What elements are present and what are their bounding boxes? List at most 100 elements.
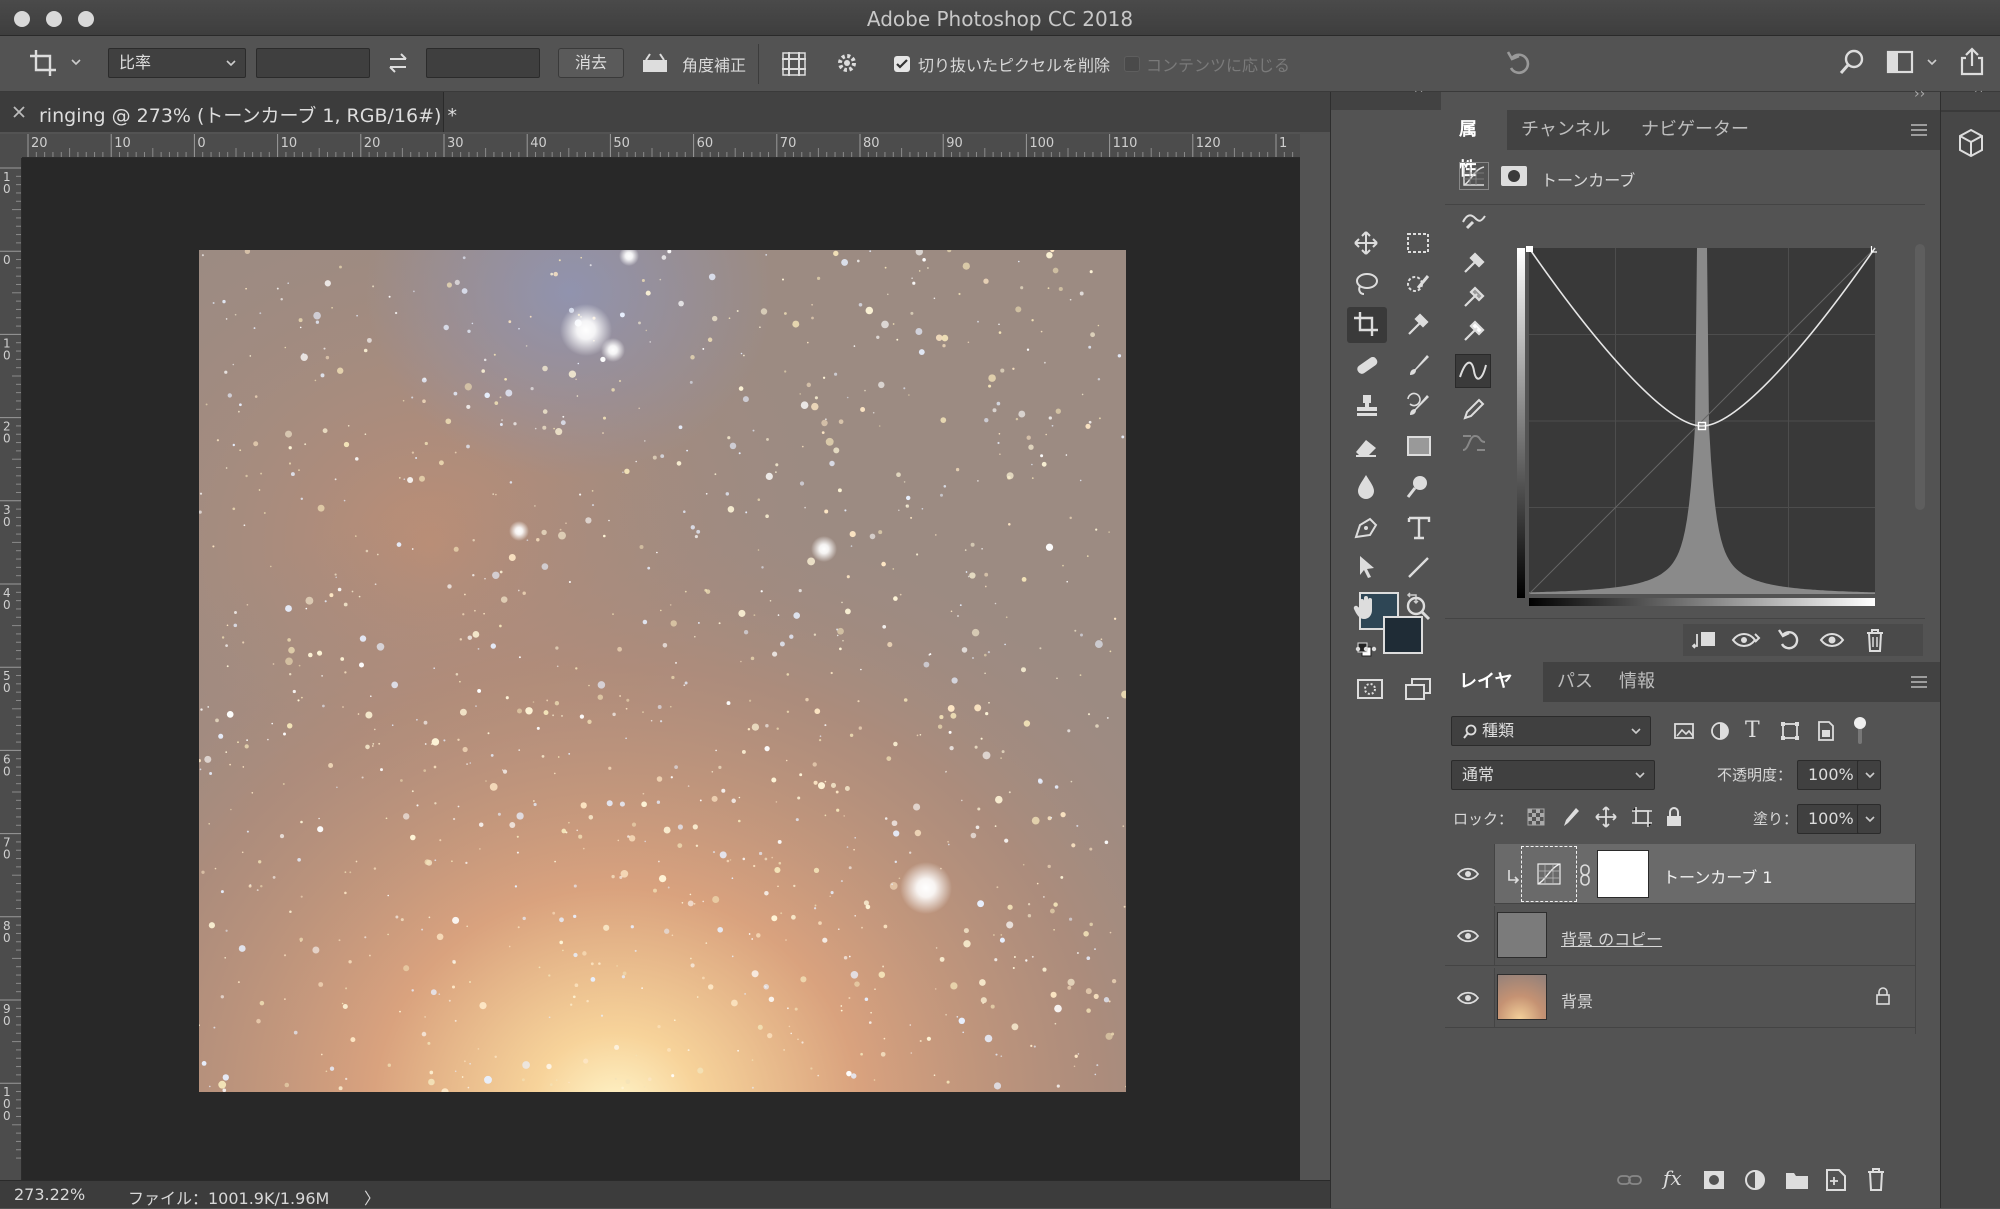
trash-icon[interactable] xyxy=(1865,1166,1887,1192)
panel-menu-icon[interactable] xyxy=(1911,124,1927,136)
layer-thumbnail[interactable] xyxy=(1497,912,1547,958)
filter-adjustment-icon[interactable] xyxy=(1709,720,1731,742)
folder-icon[interactable] xyxy=(1785,1170,1809,1190)
vertical-ruler[interactable]: 100102030405060708090100 xyxy=(0,158,22,1180)
pen-icon[interactable] xyxy=(1347,510,1387,546)
layer-row-bg-copy[interactable]: 背景 のコピー xyxy=(1445,906,1915,966)
gradient-icon[interactable] xyxy=(1399,429,1439,465)
eye-icon[interactable] xyxy=(1457,926,1479,946)
eye-icon[interactable] xyxy=(1819,628,1845,652)
collapse-panels-icon[interactable]: ›› xyxy=(1914,86,1925,102)
fill-dropdown[interactable] xyxy=(1857,804,1881,834)
lock-transparency-icon[interactable] xyxy=(1527,808,1545,826)
filter-toggle-icon[interactable] xyxy=(1853,716,1867,746)
crop-icon[interactable] xyxy=(28,48,62,78)
fx-icon[interactable]: fx xyxy=(1663,1166,1682,1190)
eyedropper-icon[interactable] xyxy=(1399,307,1439,343)
lock-artboard-icon[interactable] xyxy=(1631,806,1653,828)
mask-icon[interactable] xyxy=(1501,166,1527,186)
status-menu-arrow[interactable]: 〉 xyxy=(364,1185,380,1209)
line-icon[interactable] xyxy=(1399,550,1439,586)
more-icon[interactable] xyxy=(1347,631,1387,667)
move-icon[interactable] xyxy=(1347,226,1387,262)
horizontal-ruler[interactable]: 20 10 0 10 20 30 40 50 60 70 80 90 100 110 120 1 xyxy=(22,134,1300,158)
filter-pixel-icon[interactable] xyxy=(1673,720,1695,742)
zoom-icon[interactable] xyxy=(1399,591,1439,627)
document-image[interactable] xyxy=(199,250,1126,1092)
path-select-icon[interactable] xyxy=(1347,550,1387,586)
blend-mode-select[interactable]: 通常 xyxy=(1451,760,1655,790)
tab-info[interactable]: 情報 xyxy=(1605,662,1669,702)
quick-mask-icon[interactable] xyxy=(1355,676,1385,702)
document-tab[interactable]: ringing @ 273% (トーンカーブ 1, RGB/16#) * xyxy=(0,92,457,132)
search-icon[interactable] xyxy=(1838,48,1866,76)
straighten-icon[interactable] xyxy=(640,50,670,76)
adjustment-thumbnail[interactable] xyxy=(1521,846,1577,902)
eraser-icon[interactable] xyxy=(1347,429,1387,465)
ratio-select[interactable]: 比率 xyxy=(108,48,246,78)
3d-icon[interactable] xyxy=(1957,128,1985,158)
filter-shape-icon[interactable] xyxy=(1779,720,1801,742)
layer-thumbnail[interactable] xyxy=(1497,974,1547,1020)
width-input[interactable] xyxy=(256,48,370,78)
layer-name[interactable]: 背景 のコピー xyxy=(1561,926,1662,950)
hand-icon[interactable] xyxy=(1347,591,1387,627)
clear-button[interactable]: 消去 xyxy=(558,48,624,78)
lock-position-icon[interactable] xyxy=(1595,806,1617,828)
new-layer-icon[interactable] xyxy=(1825,1168,1847,1192)
tab-layers[interactable]: レイヤー xyxy=(1445,662,1543,732)
layer-mask-thumbnail[interactable] xyxy=(1597,850,1649,898)
quick-select-icon[interactable] xyxy=(1399,267,1439,303)
trash-icon[interactable] xyxy=(1863,626,1887,654)
gray-point-eyedropper-icon[interactable] xyxy=(1459,282,1489,312)
reset-icon[interactable] xyxy=(1504,48,1534,78)
view-previous-icon[interactable] xyxy=(1731,628,1763,652)
share-icon[interactable] xyxy=(1958,46,1986,76)
brush-icon[interactable] xyxy=(1399,348,1439,384)
healing-icon[interactable] xyxy=(1347,348,1387,384)
lock-icon[interactable] xyxy=(1875,986,1891,1006)
type-icon[interactable] xyxy=(1399,510,1439,546)
smooth-curve-icon[interactable] xyxy=(1459,430,1489,456)
dodge-icon[interactable] xyxy=(1399,469,1439,505)
eye-icon[interactable] xyxy=(1457,864,1479,884)
adjustment-icon[interactable] xyxy=(1743,1168,1767,1192)
stamp-icon[interactable] xyxy=(1347,388,1387,424)
clip-to-layer-icon[interactable] xyxy=(1689,628,1719,652)
on-image-adjust-icon[interactable] xyxy=(1459,208,1489,234)
blur-icon[interactable] xyxy=(1347,469,1387,505)
swap-icon[interactable] xyxy=(386,51,410,75)
white-point-eyedropper-icon[interactable] xyxy=(1459,316,1489,346)
delete-cropped-checkbox[interactable] xyxy=(894,56,910,72)
link-icon[interactable] xyxy=(1617,1170,1643,1190)
straighten-label[interactable]: 角度補正 xyxy=(682,52,746,76)
lasso-icon[interactable] xyxy=(1347,267,1387,303)
link-icon[interactable] xyxy=(1579,864,1591,886)
zoom-level[interactable]: 273.22% xyxy=(14,1185,85,1204)
curves-graph[interactable] xyxy=(1517,246,1877,608)
reset-adjustment-icon[interactable] xyxy=(1775,626,1803,654)
lock-all-icon[interactable] xyxy=(1665,806,1683,828)
tab-navigator[interactable]: ナビゲーター xyxy=(1627,110,1763,150)
history-brush-icon[interactable] xyxy=(1399,388,1439,424)
pencil-icon[interactable] xyxy=(1459,394,1489,424)
tab-channels[interactable]: チャンネル xyxy=(1507,110,1624,150)
mask-icon[interactable] xyxy=(1703,1170,1725,1190)
gear-icon[interactable] xyxy=(834,50,860,76)
filter-type-icon[interactable]: T xyxy=(1745,718,1760,743)
panel-menu-icon[interactable] xyxy=(1911,676,1927,688)
marquee-icon[interactable] xyxy=(1399,226,1439,262)
close-icon[interactable] xyxy=(12,105,26,119)
filter-smart-object-icon[interactable] xyxy=(1815,720,1837,742)
layer-name[interactable]: 背景 xyxy=(1561,988,1593,1012)
layer-filter-select[interactable]: 種類 xyxy=(1451,716,1651,746)
lock-pixels-icon[interactable] xyxy=(1561,806,1581,828)
curve-point-mode-button[interactable] xyxy=(1455,354,1491,388)
workspace-icon[interactable] xyxy=(1886,50,1914,74)
layer-row-bg[interactable]: 背景 xyxy=(1445,968,1915,1028)
chevron-down-icon[interactable] xyxy=(70,58,82,68)
crop-tool-icon[interactable] xyxy=(1347,307,1387,343)
tab-properties[interactable]: 属性 xyxy=(1445,110,1507,180)
screen-mode-icon[interactable] xyxy=(1403,676,1433,702)
layer-name[interactable]: トーンカーブ 1 xyxy=(1663,864,1773,888)
